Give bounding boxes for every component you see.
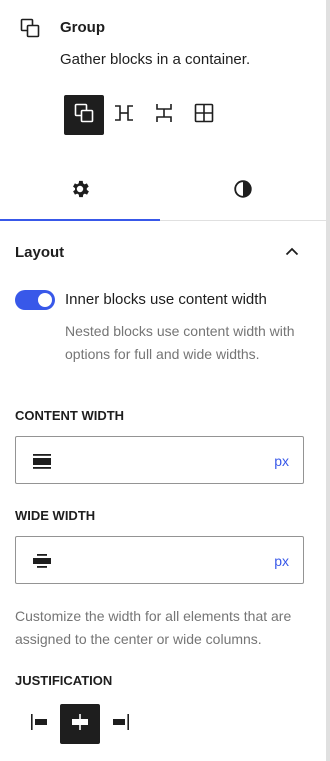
content-width-toggle-help: Nested blocks use content width with opt… — [65, 323, 295, 362]
content-width-unit-select[interactable]: px — [274, 453, 289, 469]
active-tab-indicator — [0, 219, 160, 221]
toggle-knob — [38, 293, 52, 307]
wide-width-input[interactable]: px — [15, 536, 304, 584]
chevron-up-icon — [280, 240, 304, 264]
justify-left-icon — [28, 710, 52, 739]
block-inspector-panel: Group Gather blocks in a container. Layo… — [0, 0, 330, 761]
content-width-icon — [30, 449, 54, 473]
contrast-icon — [232, 178, 254, 205]
scrollbar[interactable] — [326, 0, 330, 761]
row-variation-icon — [112, 101, 136, 130]
grid-variation-icon — [192, 101, 216, 130]
grid-variation-button[interactable] — [184, 95, 224, 135]
wide-width-icon — [30, 549, 54, 573]
justification-label: Justification — [15, 673, 113, 688]
group-variation-button[interactable] — [64, 95, 104, 135]
justify-right-button[interactable] — [100, 704, 140, 744]
justify-left-button[interactable] — [20, 704, 60, 744]
tab-styles[interactable] — [163, 162, 323, 220]
group-icon — [18, 16, 42, 40]
content-width-label: Content width — [15, 408, 125, 423]
block-variations — [64, 95, 224, 135]
justify-center-button[interactable] — [60, 704, 100, 744]
block-description: Gather blocks in a container. — [60, 51, 251, 68]
justify-right-icon — [108, 710, 132, 739]
width-help-text: Customize the width for all elements tha… — [15, 608, 292, 647]
content-width-input[interactable]: px — [15, 436, 304, 484]
wide-width-label: Wide width — [15, 508, 96, 523]
content-width-toggle[interactable] — [15, 290, 55, 310]
row-variation-button[interactable] — [104, 95, 144, 135]
justification-control — [20, 704, 140, 744]
gear-icon — [69, 178, 91, 205]
layout-panel-title: Layout — [15, 244, 65, 261]
inspector-tabs — [0, 162, 326, 221]
block-card: Group Gather blocks in a container. — [0, 0, 326, 150]
wide-width-unit-select[interactable]: px — [274, 553, 289, 569]
content-width-toggle-label[interactable]: Inner blocks use content width — [65, 291, 267, 308]
group-variation-icon — [72, 101, 96, 130]
stack-variation-button[interactable] — [144, 95, 184, 135]
layout-panel-toggle[interactable]: Layout — [0, 228, 326, 276]
justify-center-icon — [68, 710, 92, 739]
block-title: Group — [60, 19, 105, 36]
tab-settings[interactable] — [0, 162, 160, 221]
stack-variation-icon — [152, 101, 176, 130]
